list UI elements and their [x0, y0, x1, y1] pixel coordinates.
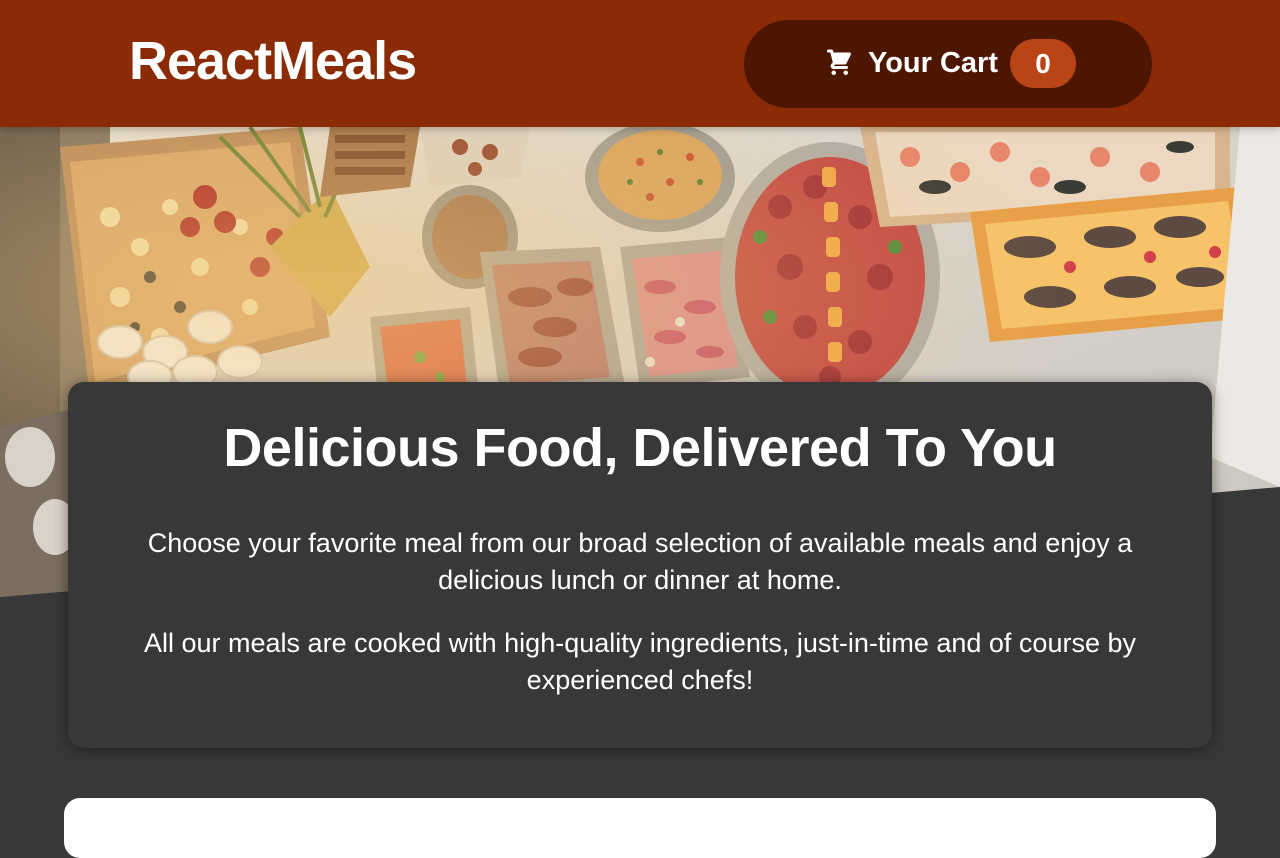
meals-summary-card: Delicious Food, Delivered To You Choose … [68, 382, 1212, 748]
cart-count-badge: 0 [1010, 39, 1076, 88]
summary-title: Delicious Food, Delivered To You [223, 418, 1057, 478]
summary-paragraph-2: All our meals are cooked with high-quali… [144, 627, 1136, 695]
app-header: ReactMeals Your Cart 0 [0, 0, 1280, 127]
logo: ReactMeals [129, 31, 417, 91]
cart-button[interactable]: Your Cart 0 [744, 20, 1152, 108]
summary-paragraph-1: Choose your favorite meal from our broad… [147, 527, 1133, 595]
cart-label: Your Cart [868, 47, 998, 79]
available-meals-card [64, 798, 1216, 858]
